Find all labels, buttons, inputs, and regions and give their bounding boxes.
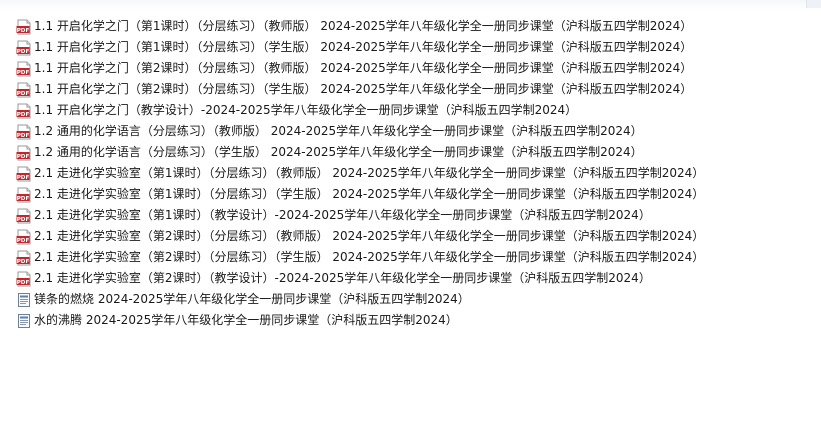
file-item[interactable]: PDF 2.1 走进化学实验室（第1课时）（分层练习）（教师版） 2024-20…	[16, 163, 704, 184]
svg-text:PDF: PDF	[17, 258, 30, 264]
svg-text:PDF: PDF	[17, 132, 30, 138]
svg-text:PDF: PDF	[17, 48, 30, 54]
pdf-file-icon: PDF	[16, 124, 32, 140]
pdf-file-icon: PDF	[16, 229, 32, 245]
file-name: 2.1 走进化学实验室（第1课时）（分层练习）（教师版） 2024-2025学年…	[34, 166, 705, 180]
file-name: 水的沸腾 2024-2025学年八年级化学全一册同步课堂（沪科版五四学制2024…	[34, 313, 458, 327]
file-item[interactable]: PDF 1.1 开启化学之门（第1课时）（分层练习）（教师版） 2024-202…	[16, 16, 704, 37]
file-item[interactable]: PDF 2.1 走进化学实验室（第1课时）（教学设计）-2024-2025学年八…	[16, 205, 704, 226]
file-item[interactable]: PDF 1.1 开启化学之门（第2课时）（分层练习）（教师版） 2024-202…	[16, 58, 704, 79]
svg-text:PDF: PDF	[17, 27, 30, 33]
file-item[interactable]: PDF 2.1 走进化学实验室（第1课时）（分层练习）（学生版） 2024-20…	[16, 184, 704, 205]
file-item[interactable]: PDF 1.1 开启化学之门（第1课时）（分层练习）（学生版） 2024-202…	[16, 37, 704, 58]
file-name: 1.1 开启化学之门（第2课时）（分层练习）（学生版） 2024-2025学年八…	[34, 82, 693, 96]
file-name: 1.2 通用的化学语言（分层练习）（教师版） 2024-2025学年八年级化学全…	[34, 124, 643, 138]
file-name: 2.1 走进化学实验室（第2课时）（分层练习）（教师版） 2024-2025学年…	[34, 229, 705, 243]
file-item[interactable]: PDF 2.1 走进化学实验室（第2课时）（教学设计）-2024-2025学年八…	[16, 268, 704, 289]
file-name: 1.1 开启化学之门（第1课时）（分层练习）（学生版） 2024-2025学年八…	[34, 40, 693, 54]
svg-text:PDF: PDF	[17, 90, 30, 96]
file-list: PDF 1.1 开启化学之门（第1课时）（分层练习）（教师版） 2024-202…	[16, 16, 704, 331]
file-item[interactable]: 水的沸腾 2024-2025学年八年级化学全一册同步课堂（沪科版五四学制2024…	[16, 310, 704, 331]
pdf-file-icon: PDF	[16, 145, 32, 161]
pdf-file-icon: PDF	[16, 19, 32, 35]
document-file-icon	[16, 292, 32, 308]
file-item[interactable]: PDF 1.2 通用的化学语言（分层练习）（学生版） 2024-2025学年八年…	[16, 142, 704, 163]
pdf-file-icon: PDF	[16, 40, 32, 56]
file-name: 2.1 走进化学实验室（第2课时）（教学设计）-2024-2025学年八年级化学…	[34, 271, 651, 285]
svg-text:PDF: PDF	[17, 111, 30, 117]
file-item[interactable]: PDF 1.1 开启化学之门（教学设计）-2024-2025学年八年级化学全一册…	[16, 100, 704, 121]
file-item[interactable]: PDF 2.1 走进化学实验室（第2课时）（分层练习）（学生版） 2024-20…	[16, 247, 704, 268]
document-file-icon	[16, 313, 32, 329]
file-name: 1.2 通用的化学语言（分层练习）（学生版） 2024-2025学年八年级化学全…	[34, 145, 643, 159]
file-name: 1.1 开启化学之门（第1课时）（分层练习）（教师版） 2024-2025学年八…	[34, 19, 693, 33]
file-name: 镁条的燃烧 2024-2025学年八年级化学全一册同步课堂（沪科版五四学制202…	[34, 292, 470, 306]
pdf-file-icon: PDF	[16, 82, 32, 98]
file-name: 2.1 走进化学实验室（第1课时）（分层练习）（学生版） 2024-2025学年…	[34, 187, 705, 201]
pdf-file-icon: PDF	[16, 208, 32, 224]
svg-text:PDF: PDF	[17, 195, 30, 201]
svg-text:PDF: PDF	[17, 69, 30, 75]
scrollbar-corner[interactable]	[806, 0, 821, 8]
svg-text:PDF: PDF	[17, 279, 30, 285]
svg-text:PDF: PDF	[17, 237, 30, 243]
file-item[interactable]: PDF 1.1 开启化学之门（第2课时）（分层练习）（学生版） 2024-202…	[16, 79, 704, 100]
svg-text:PDF: PDF	[17, 216, 30, 222]
svg-text:PDF: PDF	[17, 174, 30, 180]
file-item[interactable]: PDF 2.1 走进化学实验室（第2课时）（分层练习）（教师版） 2024-20…	[16, 226, 704, 247]
file-item[interactable]: 镁条的燃烧 2024-2025学年八年级化学全一册同步课堂（沪科版五四学制202…	[16, 289, 704, 310]
file-name: 2.1 走进化学实验室（第1课时）（教学设计）-2024-2025学年八年级化学…	[34, 208, 651, 222]
pdf-file-icon: PDF	[16, 166, 32, 182]
file-name: 1.1 开启化学之门（教学设计）-2024-2025学年八年级化学全一册同步课堂…	[34, 103, 578, 117]
file-item[interactable]: PDF 1.2 通用的化学语言（分层练习）（教师版） 2024-2025学年八年…	[16, 121, 704, 142]
pdf-file-icon: PDF	[16, 61, 32, 77]
pdf-file-icon: PDF	[16, 250, 32, 266]
pdf-file-icon: PDF	[16, 187, 32, 203]
pdf-file-icon: PDF	[16, 271, 32, 287]
file-name: 1.1 开启化学之门（第2课时）（分层练习）（教师版） 2024-2025学年八…	[34, 61, 693, 75]
svg-text:PDF: PDF	[17, 153, 30, 159]
top-edge	[0, 0, 821, 10]
file-name: 2.1 走进化学实验室（第2课时）（分层练习）（学生版） 2024-2025学年…	[34, 250, 705, 264]
pdf-file-icon: PDF	[16, 103, 32, 119]
